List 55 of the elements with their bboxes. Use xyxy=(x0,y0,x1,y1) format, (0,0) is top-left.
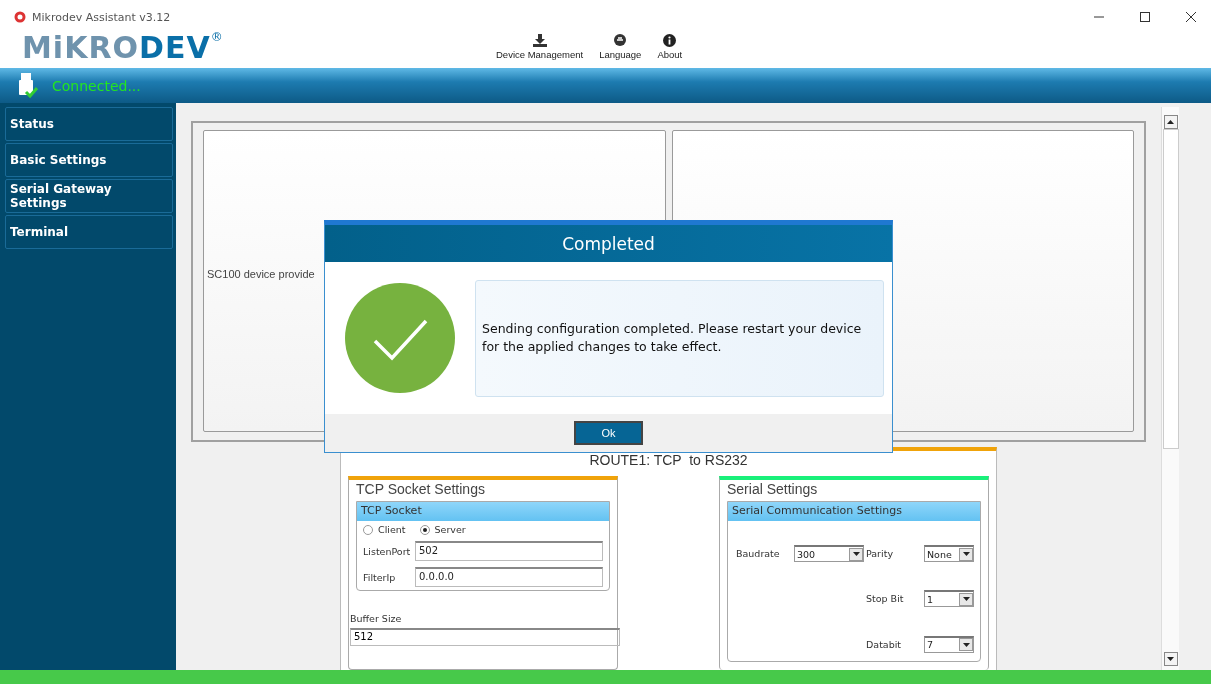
sidebar-item[interactable]: Terminal xyxy=(5,215,173,249)
dropdown-arrow-icon xyxy=(962,552,970,557)
dropdown[interactable]: 1 xyxy=(924,590,974,608)
sidebar-item[interactable]: Status xyxy=(5,107,173,141)
registered-mark: ® xyxy=(210,30,223,44)
route-title: ROUTE1: TCP to RS232 xyxy=(589,451,748,470)
field-label: Buffer Size xyxy=(350,613,403,624)
scroll-up-button[interactable] xyxy=(1163,115,1178,129)
input-field[interactable]: 0.0.0.0 xyxy=(415,567,603,587)
dialog-title: Completed xyxy=(325,225,892,262)
group-title: Serial Settings xyxy=(727,481,819,499)
sidebar-item[interactable]: Serial Gateway Settings xyxy=(5,179,173,213)
toolbar-button[interactable]: About xyxy=(653,34,687,60)
group-title: TCP Socket Settings xyxy=(356,481,486,499)
window-title: Mikrodev Assistant v3.12 xyxy=(32,10,172,24)
dropdown[interactable]: 300 xyxy=(794,545,864,563)
logo-text: MiKRO xyxy=(22,30,139,65)
sidebar-item[interactable]: Basic Settings xyxy=(5,143,173,177)
group-header: Serial Communication Settings xyxy=(728,502,980,521)
maximize-icon xyxy=(1140,12,1150,22)
radio-label: Server xyxy=(434,524,466,535)
ok-button[interactable]: Ok xyxy=(574,421,643,445)
radio-label: Client xyxy=(378,524,406,535)
device-description: SC100 device provide xyxy=(207,267,315,280)
download-icon xyxy=(532,34,547,47)
input-field[interactable]: 512 xyxy=(350,628,620,646)
scrollbar[interactable] xyxy=(1161,107,1179,670)
field-label: Parity xyxy=(866,548,894,560)
input-field[interactable]: 502 xyxy=(415,541,603,561)
dropdown[interactable]: 7 xyxy=(924,635,974,653)
checkmark-icon xyxy=(345,283,455,393)
logo-text: DEV xyxy=(139,30,211,65)
dropdown-arrow-icon xyxy=(962,642,970,647)
close-icon xyxy=(1186,12,1196,22)
dropdown-arrow-icon xyxy=(962,597,970,602)
usb-connected-icon xyxy=(18,72,38,99)
scroll-down-button[interactable] xyxy=(1163,652,1178,666)
group-header: TCP Socket xyxy=(357,502,609,521)
toolbar-button[interactable]: Language xyxy=(595,34,646,60)
down-arrow-icon xyxy=(1167,657,1174,661)
connection-status: Connected... xyxy=(52,77,141,94)
speech-bubble-icon xyxy=(613,34,628,47)
info-icon xyxy=(663,34,677,47)
radio-button[interactable] xyxy=(419,524,430,535)
field-label: FilterIp xyxy=(363,571,397,583)
radio-button[interactable] xyxy=(363,524,373,535)
toolbar-button[interactable]: Device Management xyxy=(492,34,588,60)
app-icon xyxy=(14,11,26,23)
up-arrow-icon xyxy=(1167,120,1174,124)
dropdown[interactable]: None xyxy=(924,545,974,563)
field-label: Databit xyxy=(866,638,903,650)
dialog-message: Sending configuration completed. Please restart your device for the applied changes to take effect. xyxy=(475,279,884,397)
field-label: Baudrate xyxy=(736,548,780,560)
dropdown-arrow-icon xyxy=(852,552,860,557)
field-label: Stop Bit xyxy=(866,593,905,605)
